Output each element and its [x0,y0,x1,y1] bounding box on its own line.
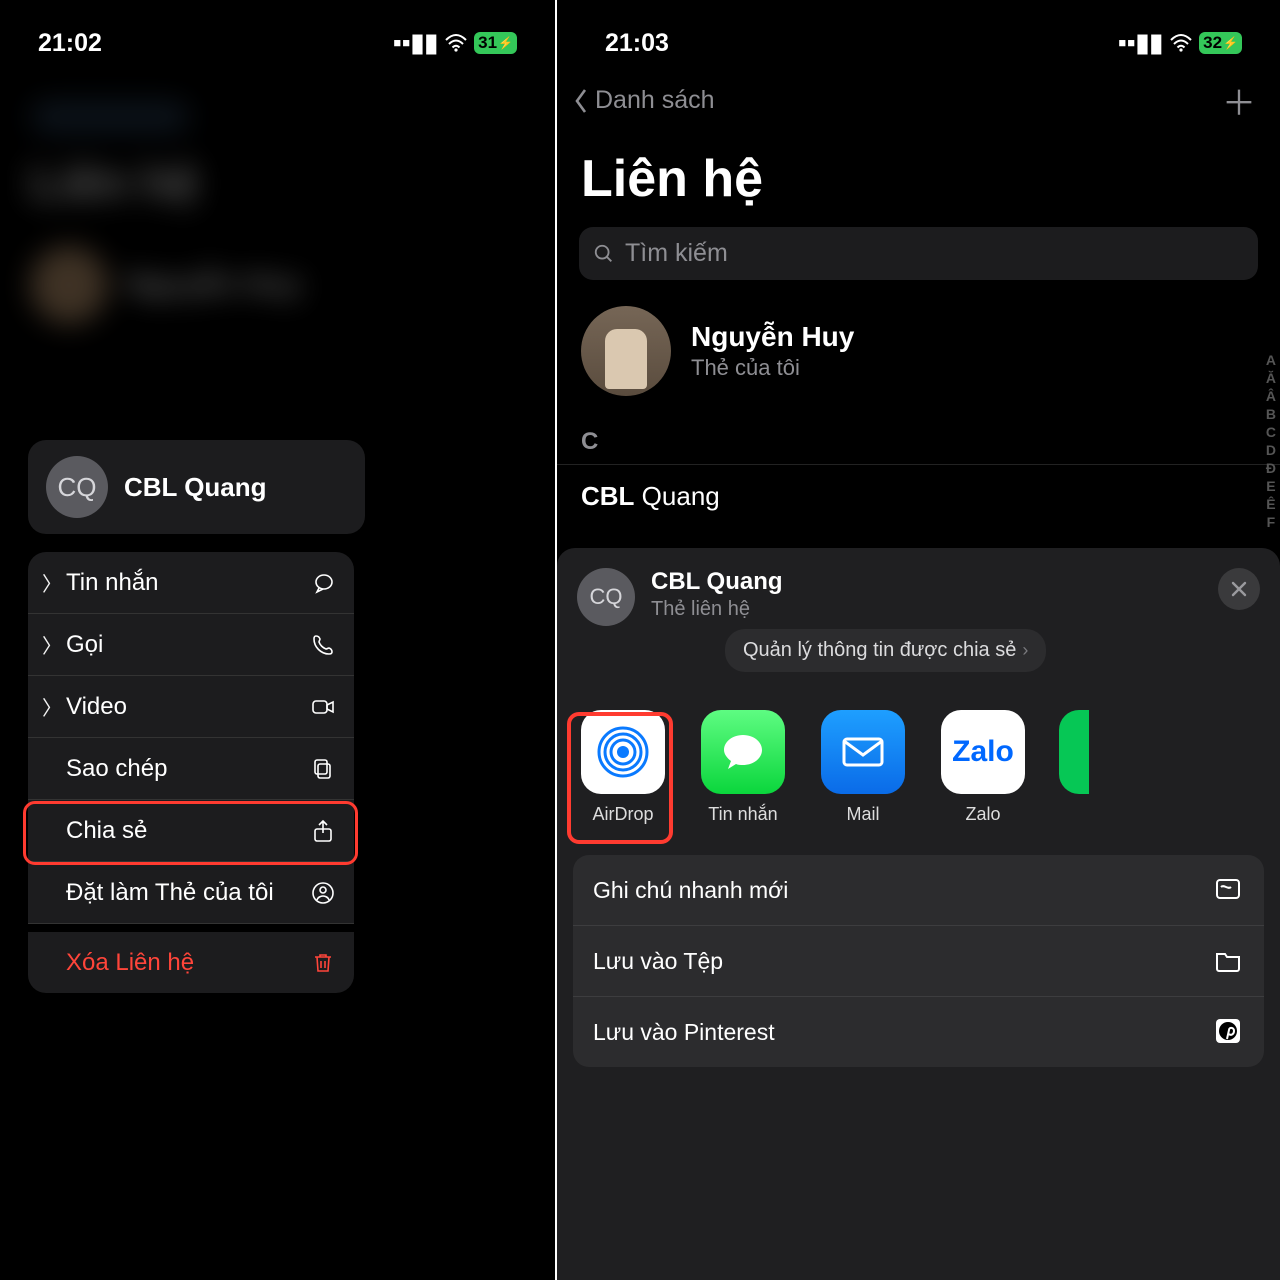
menu-label: Video [66,693,127,721]
page-title: Liên hệ [557,129,1280,223]
app-label: AirDrop [592,804,653,825]
my-card-label: Thẻ của tôi [691,355,854,381]
wifi-icon [1169,33,1193,53]
sheet-title: CBL Quang [651,568,1046,596]
left-screenshot: 21:02 ▪▪▮▮ 31⚡ Liên hệ Nguyễn Huy CQ CBL… [0,0,555,1280]
menu-label: Sao chép [66,755,167,783]
airdrop-icon [581,710,665,794]
index-bar[interactable]: AĂÂBCDĐEÊF [1266,352,1276,530]
chevron-right-icon: 〉 [42,692,56,721]
menu-label: Gọi [66,631,103,659]
menu-share[interactable]: 〉Chia sẻ [28,800,354,862]
person-circle-icon [310,880,336,906]
search-placeholder: Tìm kiếm [625,239,728,268]
app-mail[interactable]: Mail [819,710,907,825]
my-card-row[interactable]: Nguyễn Huy Thẻ của tôi [557,292,1280,410]
chevron-right-icon: 〉 [42,630,56,659]
share-icon [310,818,336,844]
search-icon [593,243,615,265]
status-bar: 21:02 ▪▪▮▮ 31⚡ [0,0,555,66]
app-more[interactable] [1059,710,1089,825]
battery-indicator: 31⚡ [474,32,517,54]
app-label: Mail [846,804,879,825]
wifi-icon [444,33,468,53]
back-label: Danh sách [595,86,715,115]
contact-row[interactable]: CBL Quang [557,465,1280,528]
cellular-icon: ▪▪▮▮ [393,28,438,58]
chevron-right-icon: › [1022,640,1028,661]
menu-message[interactable]: 〉 Tin nhắn [28,552,354,614]
zalo-icon: Zalo [941,710,1025,794]
sheet-avatar: CQ [577,568,635,626]
menu-video[interactable]: 〉 Video [28,676,354,738]
manage-shared-info-button[interactable]: Quản lý thông tin được chia sẻ› [725,629,1046,672]
battery-indicator: 32⚡ [1199,32,1242,54]
copy-icon [310,756,336,782]
chevron-left-icon [571,87,591,115]
status-icons: ▪▪▮▮ 32⚡ [1118,28,1242,58]
contact-name: CBL Quang [124,472,267,503]
contact-avatar: CQ [46,456,108,518]
line-icon [1059,710,1089,794]
chevron-right-icon: 〉 [42,568,56,597]
sheet-subtitle: Thẻ liên hệ [651,598,1046,621]
my-avatar [581,306,671,396]
menu-call[interactable]: 〉 Gọi [28,614,354,676]
contact-preview-card[interactable]: CQ CBL Quang [28,440,365,534]
share-apps-row: AirDrop Tin nhắn Mail Zalo Zalo [557,682,1280,837]
action-label: Lưu vào Pinterest [593,1019,775,1046]
app-messages[interactable]: Tin nhắn [699,710,787,825]
nav-bar: Danh sách ＋ [557,66,1280,129]
cellular-icon: ▪▪▮▮ [1118,28,1163,58]
status-time: 21:03 [605,29,669,58]
mail-icon [821,710,905,794]
pinterest-icon [1214,1017,1244,1047]
quick-note-icon [1214,875,1244,905]
back-button[interactable]: Danh sách [571,86,715,115]
right-screenshot: 21:03 ▪▪▮▮ 32⚡ Danh sách ＋ Liên hệ Tìm k… [557,0,1280,1280]
video-icon [310,694,336,720]
close-icon [1230,580,1248,598]
action-label: Ghi chú nhanh mới [593,877,788,904]
phone-icon [310,632,336,658]
message-icon [310,570,336,596]
status-bar: 21:03 ▪▪▮▮ 32⚡ [557,0,1280,66]
menu-copy[interactable]: 〉Sao chép [28,738,354,800]
action-label: Lưu vào Tệp [593,948,723,975]
folder-icon [1214,946,1244,976]
app-airdrop[interactable]: AirDrop [579,710,667,825]
search-input[interactable]: Tìm kiếm [579,227,1258,280]
status-icons: ▪▪▮▮ 31⚡ [393,28,517,58]
action-save-pinterest[interactable]: Lưu vào Pinterest [573,997,1264,1067]
close-button[interactable] [1218,568,1260,610]
menu-label: Tin nhắn [66,569,159,597]
messages-icon [701,710,785,794]
app-label: Zalo [965,804,1000,825]
share-sheet: CQ CBL Quang Thẻ liên hệ Quản lý thông t… [557,548,1280,1280]
menu-set-my-card[interactable]: 〉Đặt làm Thẻ của tôi [28,862,354,924]
action-quick-note[interactable]: Ghi chú nhanh mới [573,855,1264,926]
app-zalo[interactable]: Zalo Zalo [939,710,1027,825]
action-save-files[interactable]: Lưu vào Tệp [573,926,1264,997]
share-actions-list: Ghi chú nhanh mới Lưu vào Tệp Lưu vào Pi… [573,855,1264,1067]
trash-icon [310,950,336,976]
menu-label: Xóa Liên hệ [66,949,194,977]
app-label: Tin nhắn [708,804,777,825]
context-menu: 〉 Tin nhắn 〉 Gọi 〉 Video 〉Sao chép 〉Chia sẻ… [28,552,354,993]
menu-delete-contact[interactable]: 〉Xóa Liên hệ [28,932,354,993]
status-time: 21:02 [38,29,102,58]
menu-label: Đặt làm Thẻ của tôi [66,879,274,907]
section-header: C [557,410,1280,465]
my-name: Nguyễn Huy [691,321,854,353]
add-button[interactable]: ＋ [1222,76,1256,125]
menu-label: Chia sẻ [66,817,147,845]
